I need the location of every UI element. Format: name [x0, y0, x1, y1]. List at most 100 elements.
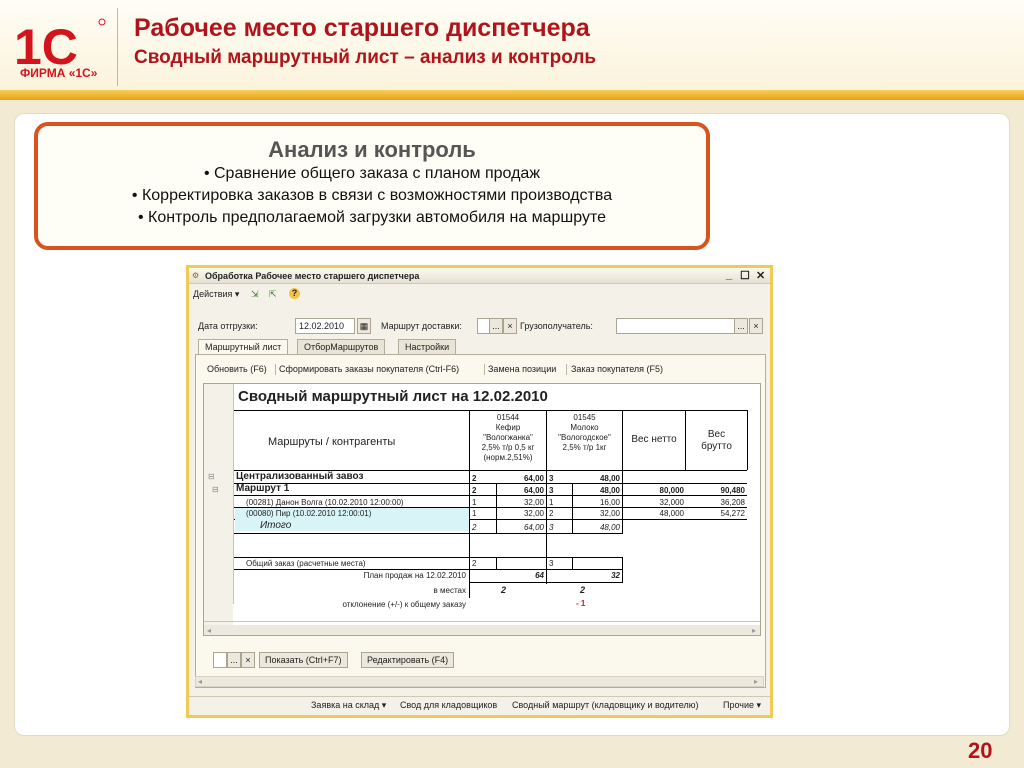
product1-name: Кефир: [495, 423, 521, 432]
grid-line: [234, 569, 623, 570]
consignee-field[interactable]: [616, 318, 736, 334]
tab-route-sheet[interactable]: Маршрутный лист: [198, 339, 289, 355]
consignee-select-button[interactable]: ...: [734, 318, 748, 334]
product2-brand: "Вологодское": [558, 433, 611, 442]
consignee-label: Грузополучатель:: [520, 321, 593, 331]
row-gross: 54,272: [720, 509, 745, 518]
product2-code: 01545: [573, 413, 596, 422]
filter-clear-button[interactable]: ×: [241, 652, 255, 668]
row-name[interactable]: (00281) Данон Волга (10.02.2010 12:00:00…: [246, 498, 404, 508]
product1-code: 01544: [496, 413, 520, 422]
summary-route-button[interactable]: Сводный маршрут (кладовщику и водителю): [512, 700, 698, 710]
show-button[interactable]: Показать (Ctrl+F7): [259, 652, 348, 668]
toolbar-separator: [484, 364, 485, 375]
date-label: Дата отгрузки:: [198, 321, 258, 331]
row-net: 48,000: [659, 509, 684, 518]
grid-line: [469, 582, 623, 583]
close-button[interactable]: ✕: [756, 269, 765, 282]
row-q2: 3: [549, 486, 554, 495]
maximize-button[interactable]: ☐: [740, 269, 750, 282]
row-v2: 32,00: [599, 509, 620, 518]
grid-line: [622, 557, 623, 583]
create-orders-button[interactable]: Сформировать заказы покупателя (Ctrl-F6): [279, 364, 459, 374]
row-name: Централизованный завоз: [236, 471, 364, 482]
scroll-right-icon[interactable]: ▸: [754, 677, 758, 687]
help-icon[interactable]: ?: [289, 288, 300, 299]
gross-weight-header: брутто: [701, 441, 732, 452]
grid-line: [572, 557, 573, 570]
row-net: 80,000: [659, 486, 684, 495]
page-number: 20: [968, 738, 993, 763]
row-q2: 1: [549, 498, 554, 507]
row-v1: 32,00: [523, 498, 544, 507]
row-q1: 1: [472, 509, 477, 518]
in-places-v2: 2: [580, 585, 586, 595]
collapse-icon[interactable]: ⊟: [208, 472, 215, 482]
warehouse-request-menu[interactable]: Заявка на склад ▾: [311, 700, 386, 711]
row-q1: 2: [472, 523, 477, 532]
minimize-button[interactable]: _: [726, 269, 732, 281]
grid-line: [234, 410, 747, 411]
grid-line: [496, 557, 497, 570]
scroll-right-icon[interactable]: ▸: [752, 626, 756, 635]
tab-route-filter[interactable]: ОтборМаршрутов: [297, 339, 386, 354]
scroll-left-icon[interactable]: ◂: [198, 677, 202, 687]
processing-icon: ⚙: [192, 271, 200, 280]
window-scrollbar[interactable]: ◂ ▸: [195, 676, 764, 687]
total-row-name: Итого: [260, 520, 292, 531]
filter-select-button[interactable]: ...: [227, 652, 241, 668]
sheet-title: Сводный маршрутный лист на 12.02.2010: [238, 388, 548, 405]
product2-pack: 2,5% т/р 1кг: [562, 443, 607, 452]
row-v2: 48,00: [599, 523, 620, 532]
storekeeper-summary-button[interactable]: Свод для кладовщиков: [400, 700, 497, 710]
app-window: ⚙ Обработка Рабочее место старшего диспе…: [186, 265, 773, 718]
actions-menu[interactable]: Действия ▾: [193, 289, 239, 300]
horizontal-scrollbar[interactable]: ◂ ▸: [204, 625, 760, 635]
grid-line: [747, 410, 748, 470]
sales-plan-v1: 64: [535, 571, 544, 580]
export-icon[interactable]: ⇲: [251, 289, 259, 300]
scroll-left-icon[interactable]: ◂: [207, 626, 211, 635]
row-v2: 48,00: [599, 486, 620, 495]
row-v1: 32,00: [523, 509, 544, 518]
other-menu[interactable]: Прочие ▾: [723, 700, 761, 711]
window-titlebar: ⚙ Обработка Рабочее место старшего диспе…: [189, 268, 770, 284]
grid-line: [234, 533, 623, 534]
date-field[interactable]: 12.02.2010: [295, 318, 355, 334]
row-tree-strip: [204, 384, 233, 635]
settings-icon[interactable]: ⇱: [269, 289, 277, 300]
customer-order-button[interactable]: Заказ покупателя (F5): [571, 364, 663, 374]
refresh-button[interactable]: Обновить (F6): [207, 364, 267, 374]
total-order-q2: 3: [549, 559, 554, 568]
grid-line: [546, 470, 547, 584]
edit-button[interactable]: Редактировать (F4): [361, 652, 455, 668]
gross-weight-header: Вес: [707, 429, 726, 440]
toolbar-separator: [275, 364, 276, 375]
sales-plan-v2: 32: [611, 571, 620, 580]
collapse-icon[interactable]: ⊟: [212, 485, 219, 495]
page-title: Рабочее место старшего диспетчера: [134, 14, 590, 42]
row-net: 32,000: [659, 498, 684, 507]
row-q2: 2: [549, 509, 554, 518]
tab-settings[interactable]: Настройки: [398, 339, 457, 354]
route-clear-button[interactable]: ×: [503, 318, 517, 334]
product1-norm: (норм.2,51%): [483, 453, 533, 462]
window-title: Обработка Рабочее место старшего диспетч…: [205, 271, 420, 281]
grid-line: [234, 557, 623, 558]
spreadsheet[interactable]: Сводный маршрутный лист на 12.02.2010 Ма…: [203, 383, 761, 636]
callout-line: • Корректировка заказов в связи с возмож…: [131, 187, 613, 204]
product1-pack: 2,5% т/р 0,5 кг: [481, 443, 535, 452]
route-select-button[interactable]: ...: [489, 318, 503, 334]
grid-line: [204, 621, 760, 622]
row-name[interactable]: (00080) Пир (10.02.2010 12:00:01): [246, 509, 371, 519]
consignee-clear-button[interactable]: ×: [749, 318, 763, 334]
row-q1: 2: [472, 474, 477, 483]
row-q1: 2: [472, 486, 477, 495]
product1-brand: "Вологжанка": [483, 433, 533, 442]
calendar-icon[interactable]: ▦: [357, 318, 371, 334]
window-statusbar: Заявка на склад ▾ Свод для кладовщиков С…: [189, 696, 770, 712]
replace-item-button[interactable]: Замена позиции: [488, 364, 556, 374]
in-places-v1: 2: [501, 585, 507, 595]
filter-field[interactable]: [213, 652, 227, 668]
deviation-v2: - 1: [576, 599, 586, 608]
